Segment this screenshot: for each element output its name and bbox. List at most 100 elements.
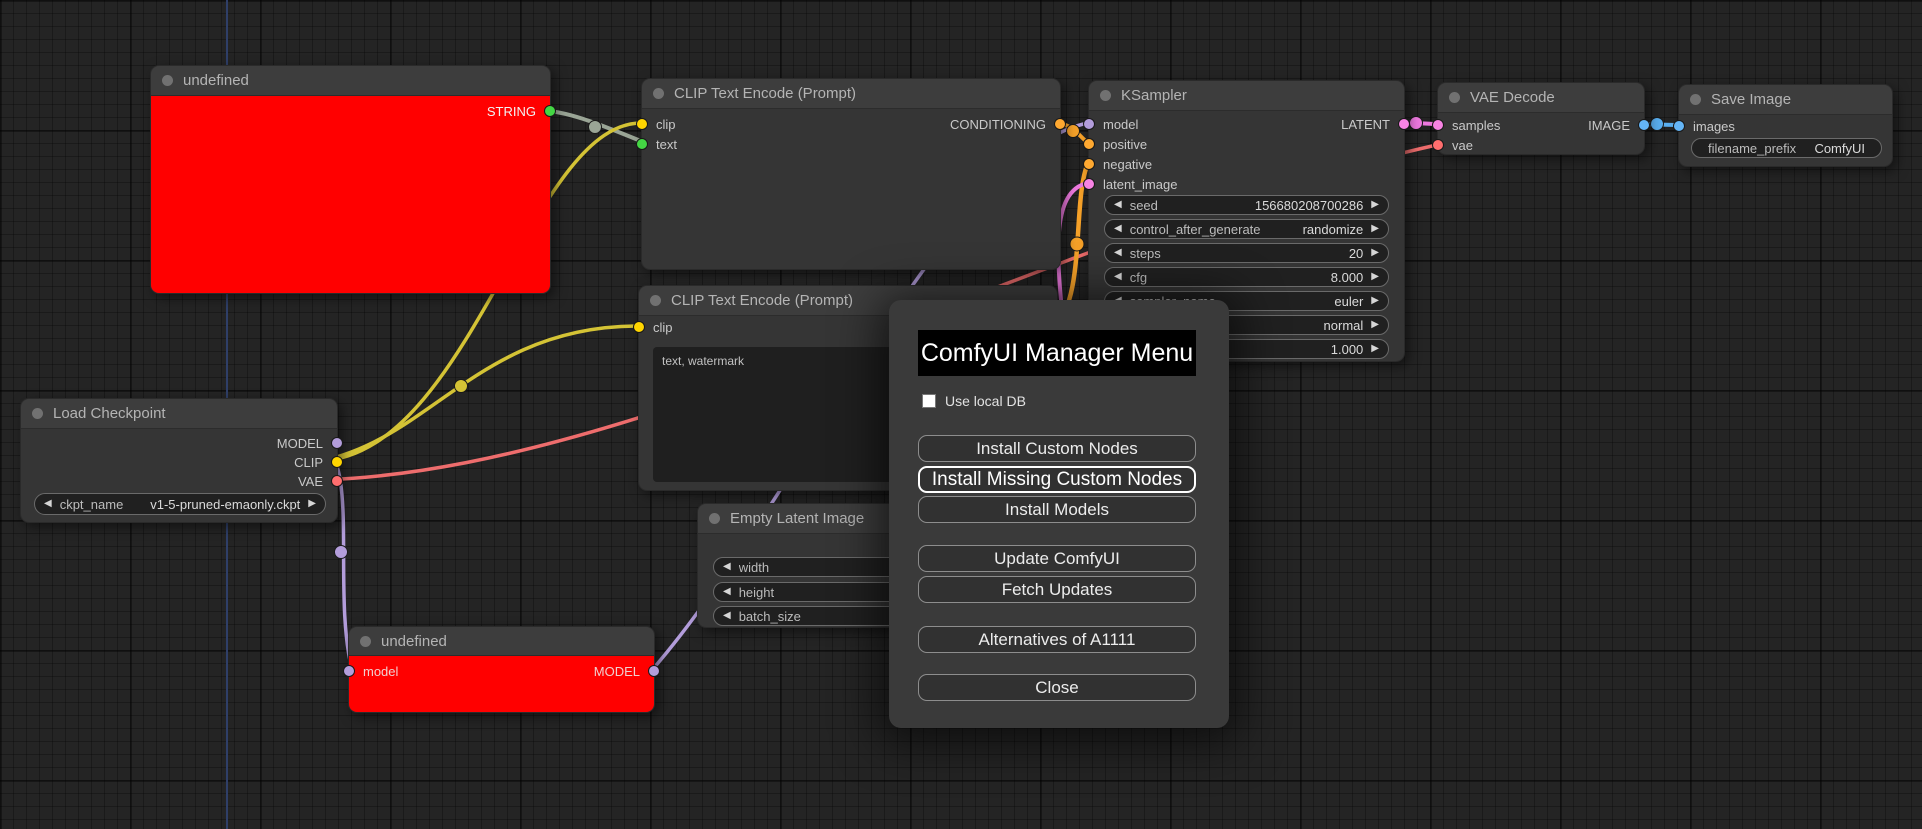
widget-label: filename_prefix <box>1708 140 1797 156</box>
install-missing-custom-nodes-button[interactable]: Install Missing Custom Nodes <box>918 466 1196 493</box>
node-status-dot-icon <box>1100 90 1111 101</box>
increment-arrow-icon[interactable]: ▶ <box>308 499 316 509</box>
node-title: VAE Decode <box>1470 89 1555 106</box>
increment-arrow-icon[interactable]: ▶ <box>1371 344 1379 354</box>
widget-value: ComfyUI <box>1814 140 1865 156</box>
increment-arrow-icon[interactable]: ▶ <box>1371 248 1379 258</box>
decrement-arrow-icon[interactable]: ◀ <box>723 587 731 597</box>
port-label: vae <box>1452 137 1473 153</box>
port-label: latent_image <box>1103 176 1178 192</box>
widget-label: ckpt_name <box>59 496 124 512</box>
output-port-model[interactable]: MODEL <box>277 433 343 453</box>
port-label: samples <box>1452 117 1501 133</box>
control-after-generate-widget[interactable]: ◀ control_after_generate randomize ▶ <box>1104 219 1389 239</box>
node-save-image[interactable]: Save Image images filename_prefix ComfyU… <box>1673 84 1893 167</box>
conditioning-port-dot <box>1083 138 1095 150</box>
node-error-body <box>151 96 550 293</box>
node-header[interactable]: KSampler <box>1089 81 1404 111</box>
increment-arrow-icon[interactable]: ▶ <box>1371 320 1379 330</box>
decrement-arrow-icon[interactable]: ◀ <box>1114 224 1122 234</box>
widget-value: 1.000 <box>1330 341 1364 357</box>
increment-arrow-icon[interactable]: ▶ <box>1371 200 1379 210</box>
widget-label: seed <box>1129 197 1158 213</box>
decrement-arrow-icon[interactable]: ◀ <box>1114 272 1122 282</box>
node-vae-decode[interactable]: VAE Decode samples vae IMAGE <box>1432 82 1650 155</box>
port-label: model <box>1103 116 1139 132</box>
port-label: MODEL <box>593 663 640 679</box>
install-custom-nodes-button[interactable]: Install Custom Nodes <box>918 435 1196 462</box>
decrement-arrow-icon[interactable]: ◀ <box>723 562 731 572</box>
widget-label: cfg <box>1129 269 1148 285</box>
output-port-clip[interactable]: CLIP <box>294 452 343 472</box>
close-button[interactable]: Close <box>918 674 1196 701</box>
increment-arrow-icon[interactable]: ▶ <box>1371 224 1379 234</box>
widget-label: steps <box>1129 245 1161 261</box>
port-label: MODEL <box>276 435 323 451</box>
input-port-negative[interactable]: negative <box>1083 154 1152 174</box>
input-port-samples[interactable]: samples <box>1432 115 1500 135</box>
decrement-arrow-icon[interactable]: ◀ <box>1114 248 1122 258</box>
increment-arrow-icon[interactable]: ▶ <box>1371 296 1379 306</box>
seed-widget[interactable]: ◀ seed 156680208700286 ▶ <box>1104 195 1389 215</box>
widget-value: euler <box>1334 293 1364 309</box>
node-title: CLIP Text Encode (Prompt) <box>674 85 857 102</box>
port-label: clip <box>653 319 673 335</box>
output-port-conditioning[interactable]: CONDITIONING <box>950 114 1066 134</box>
input-port-clip[interactable]: clip <box>636 114 676 134</box>
input-port-model[interactable]: model <box>1083 114 1138 134</box>
node-header[interactable]: undefined <box>349 627 654 656</box>
filename-prefix-widget[interactable]: filename_prefix ComfyUI <box>1691 138 1882 158</box>
update-comfyui-button[interactable]: Update ComfyUI <box>918 545 1196 572</box>
ckpt-name-widget[interactable]: ◀ ckpt_name v1-5-pruned-emaonly.ckpt ▶ <box>34 493 326 515</box>
install-models-button[interactable]: Install Models <box>918 496 1196 523</box>
input-port-vae[interactable]: vae <box>1432 135 1473 155</box>
node-header[interactable]: Load Checkpoint <box>21 399 337 429</box>
conditioning-port-dot <box>1083 158 1095 170</box>
output-port-string[interactable]: STRING <box>487 101 556 121</box>
input-port-images[interactable]: images <box>1673 116 1735 136</box>
node-status-dot-icon <box>162 75 173 86</box>
output-port-model[interactable]: MODEL <box>594 661 660 681</box>
node-load-checkpoint[interactable]: Load Checkpoint MODEL CLIP VAE ◀ ckpt_na… <box>20 398 343 523</box>
input-port-positive[interactable]: positive <box>1083 134 1147 154</box>
node-header[interactable]: undefined <box>151 66 550 96</box>
input-port-model[interactable]: model <box>343 661 398 681</box>
node-undefined-top[interactable]: undefined STRING <box>150 65 556 294</box>
decrement-arrow-icon[interactable]: ◀ <box>723 611 731 621</box>
steps-widget[interactable]: ◀ steps 20 ▶ <box>1104 243 1389 263</box>
alternatives-of-a1111-button[interactable]: Alternatives of A1111 <box>918 626 1196 653</box>
output-port-latent[interactable]: LATENT <box>1341 114 1410 134</box>
input-port-clip[interactable]: clip <box>633 317 673 337</box>
input-port-latent-image[interactable]: latent_image <box>1083 174 1177 194</box>
cfg-widget[interactable]: ◀ cfg 8.000 ▶ <box>1104 267 1389 287</box>
decrement-arrow-icon[interactable]: ◀ <box>1114 200 1122 210</box>
clip-port-dot <box>633 321 645 333</box>
widget-label: height <box>738 584 775 600</box>
node-status-dot-icon <box>360 635 371 647</box>
output-port-image[interactable]: IMAGE <box>1588 115 1650 135</box>
vae-port-dot <box>1432 139 1444 151</box>
input-port-text[interactable]: text <box>636 134 677 154</box>
decrement-arrow-icon[interactable]: ◀ <box>44 499 52 509</box>
port-label: model <box>363 663 399 679</box>
increment-arrow-icon[interactable]: ▶ <box>1371 272 1379 282</box>
port-label: positive <box>1103 136 1148 152</box>
widget-value: v1-5-pruned-emaonly.ckpt <box>150 496 301 512</box>
checkbox-label: Use local DB <box>945 393 1026 409</box>
node-header[interactable]: Save Image <box>1679 85 1892 115</box>
port-label: IMAGE <box>1588 117 1630 133</box>
node-header[interactable]: CLIP Text Encode (Prompt) <box>642 79 1060 109</box>
output-port-vae[interactable]: VAE <box>298 471 343 491</box>
node-header[interactable]: VAE Decode <box>1438 83 1644 113</box>
use-local-db-checkbox[interactable] <box>922 394 936 408</box>
fetch-updates-button[interactable]: Fetch Updates <box>918 576 1196 603</box>
node-status-dot-icon <box>1449 92 1460 103</box>
node-clip-text-encode-1[interactable]: CLIP Text Encode (Prompt) clip text COND… <box>636 78 1066 270</box>
model-port-dot <box>1083 118 1095 130</box>
latent-port-dot <box>1398 118 1410 130</box>
port-label: clip <box>656 116 676 132</box>
clip-port-dot <box>331 456 343 468</box>
node-undefined-bottom[interactable]: undefined model MODEL <box>343 626 660 713</box>
widget-value: normal <box>1323 317 1364 333</box>
node-title: undefined <box>381 632 447 650</box>
